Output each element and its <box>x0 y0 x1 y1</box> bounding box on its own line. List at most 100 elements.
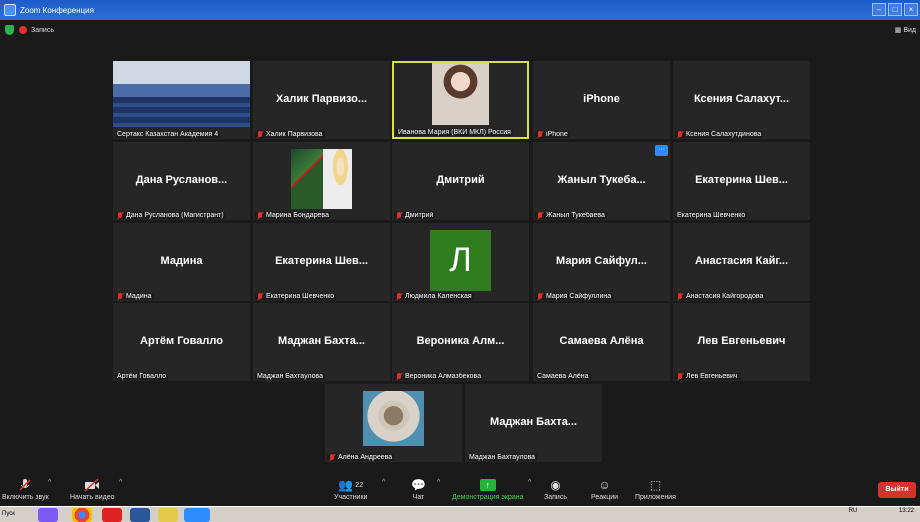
share-screen-button[interactable]: ↑ Демонстрация экрана <box>452 476 524 501</box>
participant-tile[interactable]: Дана Русланов... Дана Русланова (Магистр… <box>113 142 250 220</box>
meeting-toolbar: Включить звук ^ Начать видео ^ 👥 22 Участ… <box>0 474 920 506</box>
participant-display-name: Дмитрий <box>436 174 485 186</box>
zoom-app-icon <box>4 4 16 16</box>
participant-display-name: Анастасия Кайг... <box>694 255 789 267</box>
participant-display-name: Мария Сайфул... <box>556 255 647 267</box>
os-taskbar: Пуск RU 13:22 <box>0 506 920 522</box>
participant-tile[interactable]: Алёна Андреева <box>325 384 462 462</box>
start-button[interactable]: Пуск <box>0 508 26 521</box>
video-options-caret[interactable]: ^ <box>119 479 122 486</box>
participant-name-label: Екатерина Шевченко <box>255 293 337 300</box>
reactions-button[interactable]: ☺ Реакции <box>591 476 618 501</box>
mic-muted-icon <box>257 293 263 300</box>
mic-muted-icon <box>257 212 263 219</box>
participant-name-label: Сертакс Казахстан Академия 4 <box>115 131 221 138</box>
zoom-taskbar-icon[interactable] <box>184 508 210 522</box>
video-feed-christmas-tree <box>291 149 323 209</box>
window-title: Zoom Конференция <box>20 5 94 15</box>
participant-tile[interactable]: Вероника Алм... Вероника Алмазбекова <box>392 303 529 381</box>
participant-name-label: Иванова Мария (ВКИ МКЛ) Россия <box>396 129 513 136</box>
minimize-button[interactable]: – <box>872 3 886 16</box>
participant-tile[interactable]: Маджан Бахта... Маджан Бахтаулова <box>253 303 390 381</box>
chat-button[interactable]: 💬 Чат <box>411 476 426 501</box>
participant-name-label: Артём Говалло <box>115 373 169 380</box>
unmute-button[interactable]: Включить звук <box>2 476 49 501</box>
security-shield-icon[interactable] <box>5 25 14 35</box>
leave-button[interactable]: Выйти <box>878 482 916 498</box>
participant-display-name: Артём Говалло <box>140 335 223 347</box>
participant-display-name: Жаныл Тукеба... <box>557 174 646 186</box>
clock[interactable]: 13:22 <box>899 508 914 514</box>
participant-name-label: Анастасия Кайгородова <box>675 293 766 300</box>
participant-display-name: Екатерина Шев... <box>275 255 368 267</box>
chrome-icon[interactable] <box>72 508 92 522</box>
participant-tile[interactable]: Дмитрий Дмитрий <box>392 142 529 220</box>
mic-muted-icon <box>677 131 683 138</box>
participant-tile[interactable]: Артём Говалло Артём Говалло <box>113 303 250 381</box>
participant-tile[interactable]: iPhone iPhone <box>533 61 670 139</box>
participant-tile[interactable]: ··· Жаныл Тукеба... Жаныл Тукебаева <box>533 142 670 220</box>
mic-muted-icon <box>117 293 123 300</box>
audio-options-caret[interactable]: ^ <box>48 479 51 486</box>
participant-name-label: Халик Парвизова <box>255 131 325 138</box>
recording-label: Запись <box>31 26 54 34</box>
mic-muted-icon <box>329 454 335 461</box>
chat-options-caret[interactable]: ^ <box>437 479 440 486</box>
participant-name-label: iPhone <box>535 131 570 138</box>
participant-tile[interactable]: Ксения Салахут... Ксения Салахутдинова <box>673 61 810 139</box>
participant-name-label: Людмила Каленская <box>394 293 474 300</box>
avatar: Л <box>430 230 491 291</box>
mic-muted-icon <box>677 293 683 300</box>
share-screen-icon: ↑ <box>479 479 496 491</box>
participant-tile[interactable]: Мария Сайфул... Мария Сайфуллина <box>533 223 670 301</box>
apps-button[interactable]: ⬚ Приложения <box>635 476 676 501</box>
participant-display-name: Маджан Бахта... <box>278 335 365 347</box>
participant-tile[interactable]: Сертакс Казахстан Академия 4 <box>113 61 250 139</box>
participant-display-name: Мадина <box>160 255 203 267</box>
maximize-button[interactable]: □ <box>888 3 902 16</box>
more-options-icon[interactable]: ··· <box>655 145 668 156</box>
participant-tile[interactable]: Маджан Бахта... Маджан Бахтаулова <box>465 384 602 462</box>
word-icon[interactable] <box>130 508 150 522</box>
window-controls: – □ × <box>872 3 918 16</box>
participant-name-label: Мадина <box>115 293 154 300</box>
participant-tile[interactable]: Марина Бондарева <box>253 142 390 220</box>
browser-icon[interactable] <box>38 508 58 522</box>
participant-tile[interactable]: Екатерина Шев... Екатерина Шевченко <box>673 142 810 220</box>
participant-tile[interactable]: Екатерина Шев... Екатерина Шевченко <box>253 223 390 301</box>
mic-muted-icon <box>117 212 123 219</box>
video-feed-person <box>323 149 352 209</box>
participant-tile-active-speaker[interactable]: Иванова Мария (ВКИ МКЛ) Россия <box>392 61 529 139</box>
record-button[interactable]: ◉ Запись <box>544 476 567 501</box>
language-indicator[interactable]: RU <box>849 508 858 514</box>
mic-muted-icon <box>396 373 402 380</box>
participant-tile[interactable]: Анастасия Кайг... Анастасия Кайгородова <box>673 223 810 301</box>
start-video-button[interactable]: Начать видео <box>70 476 114 501</box>
mic-muted-icon <box>396 212 402 219</box>
participant-tile[interactable]: Халик Парвизо... Халик Парвизова <box>253 61 390 139</box>
opera-icon[interactable] <box>102 508 122 522</box>
close-button[interactable]: × <box>904 3 918 16</box>
participants-count: 22 <box>355 481 364 489</box>
participant-name-label: Дана Русланова (Магистрант) <box>115 212 226 219</box>
mic-muted-icon <box>537 131 543 138</box>
participant-display-name: Дана Русланов... <box>135 174 228 186</box>
mic-muted-icon <box>537 212 543 219</box>
participant-name-label: Марина Бондарева <box>255 212 331 219</box>
participant-name-label: Лев Евгеньевич <box>675 373 740 380</box>
folder-icon[interactable] <box>158 508 178 522</box>
participants-button[interactable]: 👥 22 Участники <box>334 476 367 501</box>
mic-muted-icon <box>537 293 543 300</box>
window-titlebar: Zoom Конференция – □ × <box>0 0 920 20</box>
participant-tile[interactable]: Л Людмила Каленская <box>392 223 529 301</box>
participant-tile[interactable]: Лев Евгеньевич Лев Евгеньевич <box>673 303 810 381</box>
participant-tile[interactable]: Мадина Мадина <box>113 223 250 301</box>
participant-tile[interactable]: Самаева Алёна Самаева Алёна <box>533 303 670 381</box>
participant-display-name: Вероника Алм... <box>416 335 505 347</box>
participants-options-caret[interactable]: ^ <box>382 479 385 486</box>
share-options-caret[interactable]: ^ <box>528 479 531 486</box>
view-button[interactable]: ▦ Вид <box>895 26 916 34</box>
record-icon: ◉ <box>550 478 561 492</box>
mic-muted-icon <box>677 373 683 380</box>
participant-display-name: Лев Евгеньевич <box>697 335 786 347</box>
